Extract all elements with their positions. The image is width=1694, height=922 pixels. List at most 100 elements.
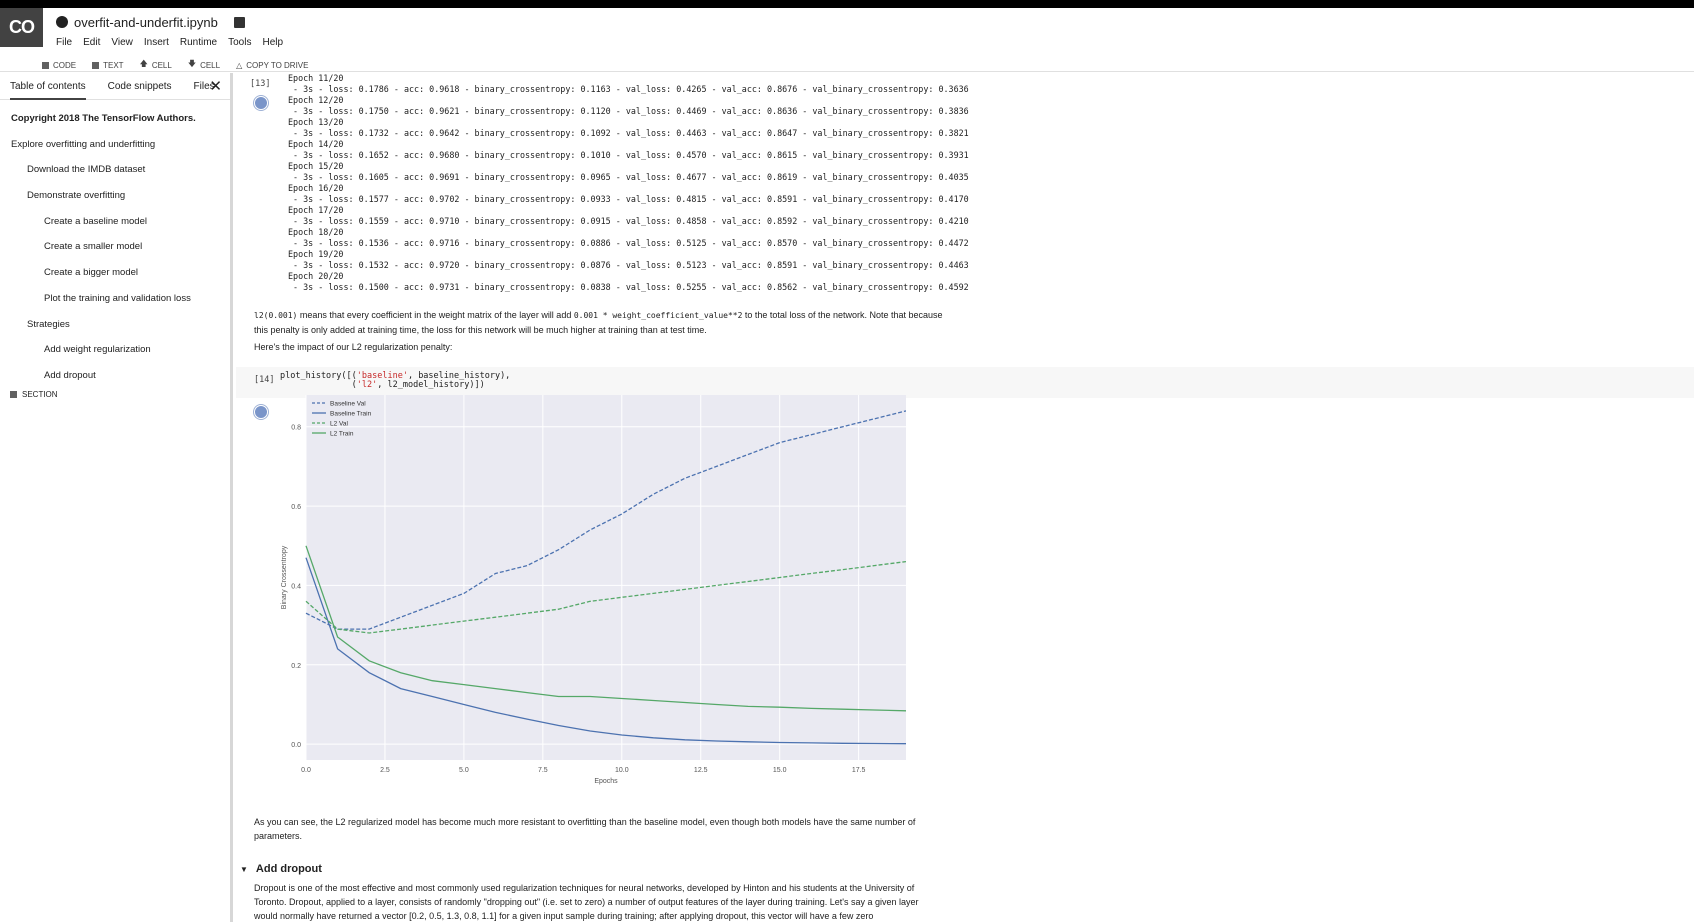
code-fragment: ( xyxy=(280,380,357,390)
toc-item[interactable]: Add dropout xyxy=(0,363,230,389)
section-label: SECTION xyxy=(22,389,58,399)
x-tick-label: 15.0 xyxy=(773,767,787,774)
output-line: - 3s - loss: 0.1536 - acc: 0.9716 - bina… xyxy=(288,238,969,248)
markdown-text: l2(0.001) means that every coefficient i… xyxy=(254,308,954,337)
legend-label: L2 Val xyxy=(330,421,349,428)
toc-item[interactable]: Explore overfitting and underfitting xyxy=(0,132,230,158)
x-tick-label: 10.0 xyxy=(615,767,629,774)
cell-output: Epoch 11/20 - 3s - loss: 0.1786 - acc: 0… xyxy=(288,73,969,293)
notebook-filename[interactable]: overfit-and-underfit.ipynb xyxy=(74,15,218,30)
legend-label: L2 Train xyxy=(330,431,354,438)
save-icon[interactable] xyxy=(233,16,245,28)
cell-exec-count: [14] xyxy=(254,375,275,385)
y-tick-label: 0.0 xyxy=(291,742,301,749)
title-row: overfit-and-underfit.ipynb xyxy=(56,11,245,33)
output-line: - 3s - loss: 0.1500 - acc: 0.9731 - bina… xyxy=(288,282,969,292)
loss-chart: 0.0 2.5 5.0 7.5 10.0 12.5 15.0 17.5 0.0 0.2 0.4 0.6… xyxy=(256,395,907,815)
chart-svg: 0.0 2.5 5.0 7.5 10.0 12.5 15.0 17.5 0.0 0.2 0.4 0.6… xyxy=(281,395,907,785)
plot-area xyxy=(306,395,906,760)
colab-logo[interactable]: CO xyxy=(0,8,43,47)
inline-code: l2(0.001) xyxy=(254,311,298,320)
menu-view[interactable]: View xyxy=(111,37,133,48)
toc-item[interactable]: Copyright 2018 The TensorFlow Authors. xyxy=(0,106,230,132)
toc-item[interactable]: Add weight regularization xyxy=(0,337,230,363)
output-line: Epoch 14/20 xyxy=(288,139,344,149)
output-line: - 3s - loss: 0.1732 - acc: 0.9642 - bina… xyxy=(288,128,969,138)
sidebar-tabs: Table of contents Code snippets Files ✕ xyxy=(0,73,230,100)
text-fragment: means that every coefficient in the weig… xyxy=(297,310,574,320)
copy-to-drive-button[interactable]: △ COPY TO DRIVE xyxy=(236,61,308,70)
output-line: Epoch 11/20 xyxy=(288,73,344,83)
output-line: Epoch 20/20 xyxy=(288,271,344,281)
toc-item[interactable]: Download the IMDB dataset xyxy=(0,157,230,183)
output-line: - 3s - loss: 0.1577 - acc: 0.9702 - bina… xyxy=(288,194,969,204)
code-string: 'l2' xyxy=(356,380,378,390)
y-tick-label: 0.2 xyxy=(291,663,301,670)
output-line: Epoch 13/20 xyxy=(288,117,344,127)
x-tick-label: 12.5 xyxy=(694,767,708,774)
menu-help[interactable]: Help xyxy=(262,37,283,48)
output-line: Epoch 19/20 xyxy=(288,249,344,259)
output-line: - 3s - loss: 0.1750 - acc: 0.9621 - bina… xyxy=(288,106,969,116)
output-avatar-icon[interactable] xyxy=(254,96,268,110)
toc-item[interactable]: Create a smaller model xyxy=(0,234,230,260)
app-header: CO overfit-and-underfit.ipynb File Edit … xyxy=(0,8,1694,72)
output-line: - 3s - loss: 0.1559 - acc: 0.9710 - bina… xyxy=(288,216,969,226)
close-icon[interactable]: ✕ xyxy=(209,77,222,95)
add-text-label: TEXT xyxy=(103,60,124,70)
menu-insert[interactable]: Insert xyxy=(144,37,169,48)
y-tick-label: 0.8 xyxy=(291,425,301,432)
y-tick-label: 0.4 xyxy=(291,583,301,590)
output-line: Epoch 18/20 xyxy=(288,227,344,237)
x-axis-label: Epochs xyxy=(594,778,618,785)
menu-runtime[interactable]: Runtime xyxy=(180,37,217,48)
output-line: Epoch 17/20 xyxy=(288,205,344,215)
output-line: Epoch 12/20 xyxy=(288,95,344,105)
output-line: - 3s - loss: 0.1786 - acc: 0.9618 - bina… xyxy=(288,84,969,94)
add-section-button[interactable]: SECTION xyxy=(0,390,230,399)
cell-down-label: CELL xyxy=(200,60,221,70)
collapse-triangle-icon[interactable]: ▼ xyxy=(240,865,248,874)
legend-label: Baseline Val xyxy=(330,401,366,408)
arrow-up-icon: 🡅 xyxy=(139,59,148,68)
toc-item[interactable]: Create a baseline model xyxy=(0,209,230,235)
x-tick-label: 5.0 xyxy=(459,767,469,774)
add-code-button[interactable]: CODE xyxy=(42,61,76,70)
notebook-main: [13] Epoch 11/20 - 3s - loss: 0.1786 - a… xyxy=(236,73,1694,922)
toc-item[interactable]: Demonstrate overfitting xyxy=(0,183,230,209)
code-cell[interactable]: [14] plot_history([('baseline', baseline… xyxy=(236,367,1694,398)
menu-edit[interactable]: Edit xyxy=(83,37,100,48)
section-header[interactable]: ▼ Add dropout xyxy=(240,863,322,875)
copy-to-drive-label: COPY TO DRIVE xyxy=(246,60,309,70)
inline-code: 0.001 * weight_coefficient_value**2 xyxy=(573,311,743,320)
toc-item[interactable]: Plot the training and validation loss xyxy=(0,286,230,312)
y-axis-label: Binary Crossentropy xyxy=(281,545,288,609)
output-line: Epoch 15/20 xyxy=(288,161,344,171)
menu-tools[interactable]: Tools xyxy=(228,37,251,48)
move-cell-down-button[interactable]: 🡇 CELL xyxy=(188,58,220,72)
plus-box-icon xyxy=(10,390,17,398)
table-of-contents: Copyright 2018 The TensorFlow Authors. E… xyxy=(0,100,230,399)
code-editor[interactable]: plot_history([('baseline', baseline_hist… xyxy=(280,372,510,390)
menu-file[interactable]: File xyxy=(56,37,72,48)
toolbar: CODE TEXT 🡅 CELL 🡇 CELL △ COPY TO DRIVE xyxy=(42,58,308,72)
move-cell-up-button[interactable]: 🡅 CELL xyxy=(140,58,172,72)
arrow-down-icon: 🡇 xyxy=(187,59,197,68)
menu-bar: File Edit View Insert Runtime Tools Help xyxy=(56,37,283,48)
legend-label: Baseline Train xyxy=(330,411,372,418)
x-tick-label: 0.0 xyxy=(301,767,311,774)
toc-item[interactable]: Strategies xyxy=(0,312,230,338)
sidebar: Table of contents Code snippets Files ✕ … xyxy=(0,73,233,922)
cell-up-label: CELL xyxy=(151,60,172,70)
code-fragment: , l2_model_history)]) xyxy=(377,380,485,390)
x-tick-label: 2.5 xyxy=(380,767,390,774)
toc-item[interactable]: Create a bigger model xyxy=(0,260,230,286)
tab-code-snippets[interactable]: Code snippets xyxy=(108,73,172,100)
add-code-label: CODE xyxy=(53,60,77,70)
output-line: Epoch 16/20 xyxy=(288,183,344,193)
add-text-button[interactable]: TEXT xyxy=(92,60,124,70)
markdown-text: Dropout is one of the most effective and… xyxy=(254,883,919,921)
output-line: - 3s - loss: 0.1605 - acc: 0.9691 - bina… xyxy=(288,172,969,182)
plus-box-icon xyxy=(42,61,49,69)
tab-table-of-contents[interactable]: Table of contents xyxy=(10,73,86,100)
